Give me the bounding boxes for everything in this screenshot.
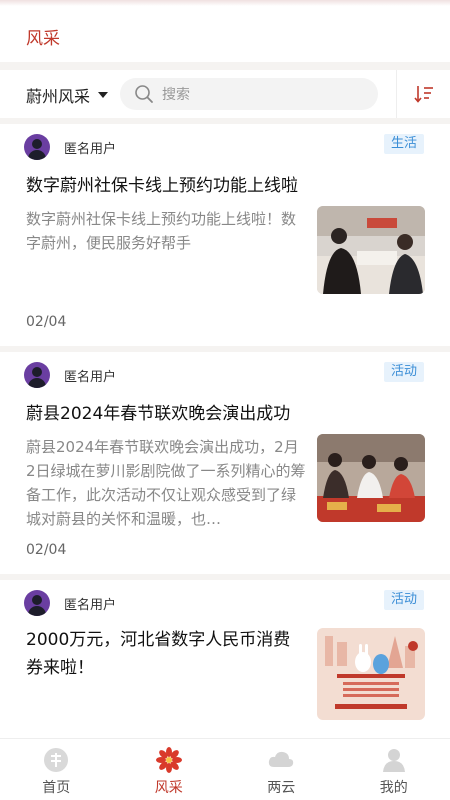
post-user: 匿名用户: [64, 370, 117, 385]
post-date: 02/04: [26, 542, 67, 558]
tab-mine-label: 我的: [379, 780, 408, 796]
post-card[interactable]: 匿名用户 活动 蔚县2024年春节联欢晚会演出成功 蔚县2024年春节联欢晚会演…: [0, 352, 450, 574]
category-tag: 活动: [383, 590, 424, 610]
tab-fengcai-label: 风采: [154, 780, 183, 796]
avatar: [24, 134, 50, 160]
bottom-tab-bar: 首页 风采 两云 我的: [0, 738, 450, 800]
filter-bar: 蔚州风采 搜索: [0, 70, 450, 118]
tab-liangyun-label: 两云: [267, 780, 296, 796]
status-shade: [0, 0, 450, 6]
post-thumbnail[interactable]: [317, 206, 425, 294]
post-title: 2000万元，河北省数字人民币消费券来啦！: [26, 630, 291, 678]
tab-home[interactable]: 首页: [0, 739, 113, 800]
post-user: 匿名用户: [64, 142, 117, 157]
category-tag: 活动: [383, 362, 424, 382]
region-dropdown[interactable]: 蔚州风采: [26, 83, 109, 107]
tab-fengcai[interactable]: 风采: [113, 739, 226, 800]
page-title: 风采: [26, 29, 60, 49]
post-title: 蔚县2024年春节联欢晚会演出成功: [26, 404, 291, 424]
user-icon: [382, 749, 405, 772]
post-summary: 蔚县2024年春节联欢晚会演出成功，2月2日绿城在萝川影剧院做了一系列精心的筹备…: [26, 438, 306, 528]
category-tag: 生活: [383, 134, 424, 154]
region-label: 蔚州风采: [26, 87, 91, 106]
post-date: 02/04: [26, 314, 67, 330]
post-thumbnail[interactable]: [317, 628, 425, 720]
search-input[interactable]: 搜索: [120, 78, 378, 110]
search-icon: [135, 85, 153, 103]
search-placeholder: 搜索: [162, 87, 190, 103]
sort-button[interactable]: [396, 70, 450, 118]
tab-home-label: 首页: [42, 780, 71, 796]
avatar: [24, 590, 50, 616]
home-icon: [44, 748, 69, 772]
avatar: [24, 362, 50, 388]
caret-down-icon: [98, 92, 109, 98]
post-title: 数字蔚州社保卡线上预约功能上线啦: [26, 176, 298, 196]
flower-icon: [155, 747, 182, 773]
post-user: 匿名用户: [64, 598, 117, 613]
post-card[interactable]: 匿名用户 生活 数字蔚州社保卡线上预约功能上线啦 数字蔚州社保卡线上预约功能上线…: [0, 124, 450, 346]
post-thumbnail[interactable]: [317, 434, 425, 522]
cloud-icon: [269, 751, 294, 767]
top-header: 风采: [0, 0, 450, 62]
post-summary: 数字蔚州社保卡线上预约功能上线啦！数字蔚州，便民服务好帮手: [26, 210, 297, 252]
tab-liangyun[interactable]: 两云: [225, 739, 338, 800]
tab-mine[interactable]: 我的: [338, 739, 450, 800]
sort-icon: [413, 86, 433, 103]
post-card[interactable]: 匿名用户 活动 2000万元，河北省数字人民币消费券来啦！: [0, 580, 450, 740]
